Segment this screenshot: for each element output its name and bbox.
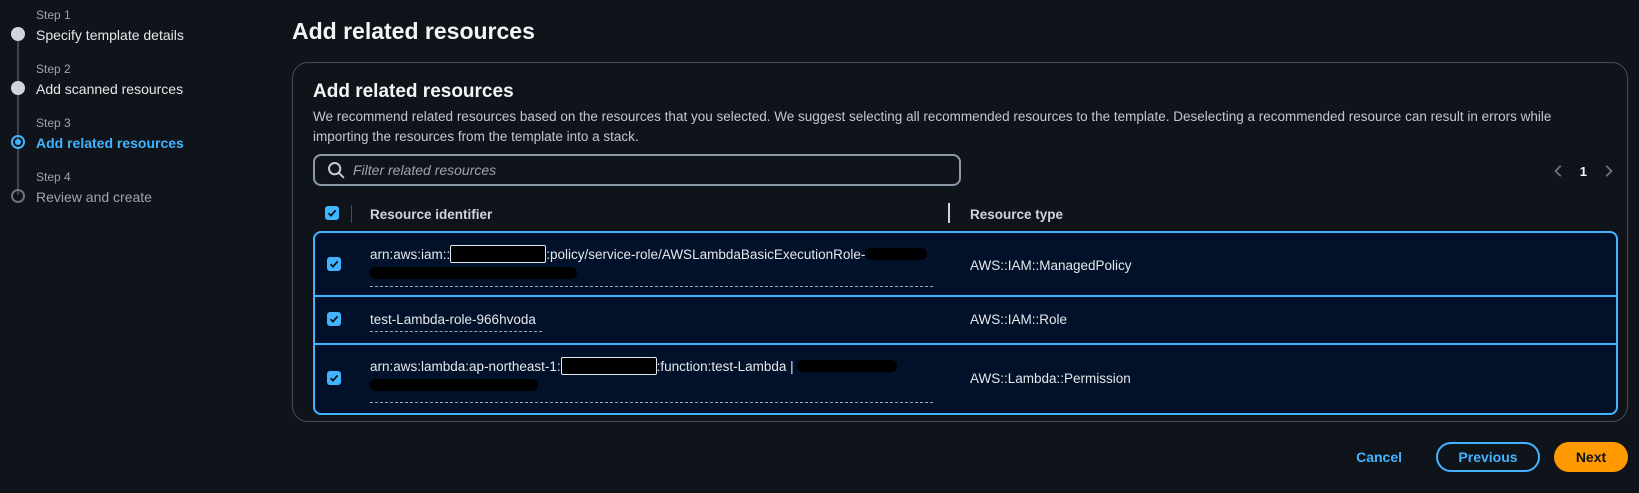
column-divider [351, 205, 352, 223]
checkmark-icon [329, 374, 339, 382]
pagination: 1 [1552, 159, 1615, 183]
filter-input[interactable] [353, 162, 959, 178]
redacted-text [370, 379, 538, 391]
redacted-account-id [450, 245, 547, 263]
step-3-label: Step 3 [36, 116, 71, 130]
table-row[interactable]: arn:aws:iam:::policy/service-role/AWSLam… [313, 231, 1618, 297]
step-2[interactable]: Step 2 Add scanned resources [36, 62, 183, 99]
identifier-underline [370, 402, 933, 403]
next-button[interactable]: Next [1554, 442, 1628, 472]
row-checkbox[interactable] [327, 371, 341, 385]
step-4-title: Review and create [36, 189, 152, 205]
chevron-left-icon[interactable] [1552, 164, 1566, 178]
row-checkbox[interactable] [327, 312, 341, 326]
step-1[interactable]: Step 1 Specify template details [36, 8, 184, 45]
chevron-right-icon[interactable] [1601, 164, 1615, 178]
wizard-footer: Cancel Previous Next [1336, 442, 1628, 472]
step-4: Step 4 Review and create [36, 170, 152, 207]
page-title: Add related resources [292, 18, 535, 44]
resource-type: AWS::IAM::ManagedPolicy [970, 258, 1132, 273]
identifier-suffix: :function:test-Lambda | [656, 359, 798, 374]
resource-type: AWS::IAM::Role [970, 312, 1068, 327]
container-title: Add related resources [313, 81, 514, 102]
resource-identifier[interactable]: arn:aws:lambda:ap-northeast-1: :function:… [370, 357, 935, 391]
checkmark-icon [327, 209, 337, 217]
table-row[interactable]: test-Lambda-role-966hvoda AWS::IAM::Role [313, 297, 1618, 345]
step-2-label: Step 2 [36, 62, 71, 76]
table-header: Resource identifier Resource type [313, 201, 1613, 229]
column-header-resource-type[interactable]: Resource type [970, 207, 1063, 222]
step-2-indicator [11, 81, 25, 95]
resource-identifier[interactable]: test-Lambda-role-966hvoda [370, 310, 935, 329]
resource-identifier[interactable]: arn:aws:iam:::policy/service-role/AWSLam… [370, 245, 935, 279]
related-resources-container: Add related resources We recommend relat… [292, 62, 1628, 422]
table-row[interactable]: arn:aws:lambda:ap-northeast-1: :function:… [313, 345, 1618, 415]
column-header-resource-identifier[interactable]: Resource identifier [370, 207, 492, 222]
redacted-text [865, 248, 928, 260]
step-1-indicator [11, 27, 25, 41]
wizard-stepper: Step 1 Specify template details Step 2 A… [0, 0, 260, 493]
column-resize-handle[interactable] [948, 203, 950, 223]
select-all-checkbox[interactable] [325, 206, 339, 220]
page-number-current[interactable]: 1 [1580, 164, 1587, 179]
step-1-label: Step 1 [36, 8, 71, 22]
step-3-indicator [11, 135, 25, 149]
search-icon [328, 162, 345, 179]
step-4-label: Step 4 [36, 170, 71, 184]
step-3-title: Add related resources [36, 135, 184, 151]
filter-search-box[interactable] [313, 154, 961, 186]
identifier-prefix: arn:aws:lambda:ap-northeast-1: [370, 359, 561, 374]
previous-button[interactable]: Previous [1436, 442, 1540, 472]
row-checkbox[interactable] [327, 257, 341, 271]
step-3: Step 3 Add related resources [36, 116, 184, 153]
redacted-text [797, 360, 898, 372]
step-2-title[interactable]: Add scanned resources [36, 79, 183, 99]
step-4-indicator [11, 189, 25, 203]
cancel-button[interactable]: Cancel [1336, 442, 1422, 472]
identifier-suffix: :policy/service-role/AWSLambdaBasicExecu… [546, 247, 866, 262]
redacted-text [370, 267, 577, 279]
identifier-prefix: arn:aws:iam:: [370, 247, 451, 262]
resource-type: AWS::Lambda::Permission [970, 371, 1131, 386]
identifier-underline [370, 331, 542, 332]
identifier-underline [370, 286, 933, 287]
checkmark-icon [329, 260, 339, 268]
step-1-title[interactable]: Specify template details [36, 25, 184, 45]
checkmark-icon [329, 315, 339, 323]
redacted-account-id [560, 357, 657, 375]
container-description: We recommend related resources based on … [313, 109, 1552, 144]
